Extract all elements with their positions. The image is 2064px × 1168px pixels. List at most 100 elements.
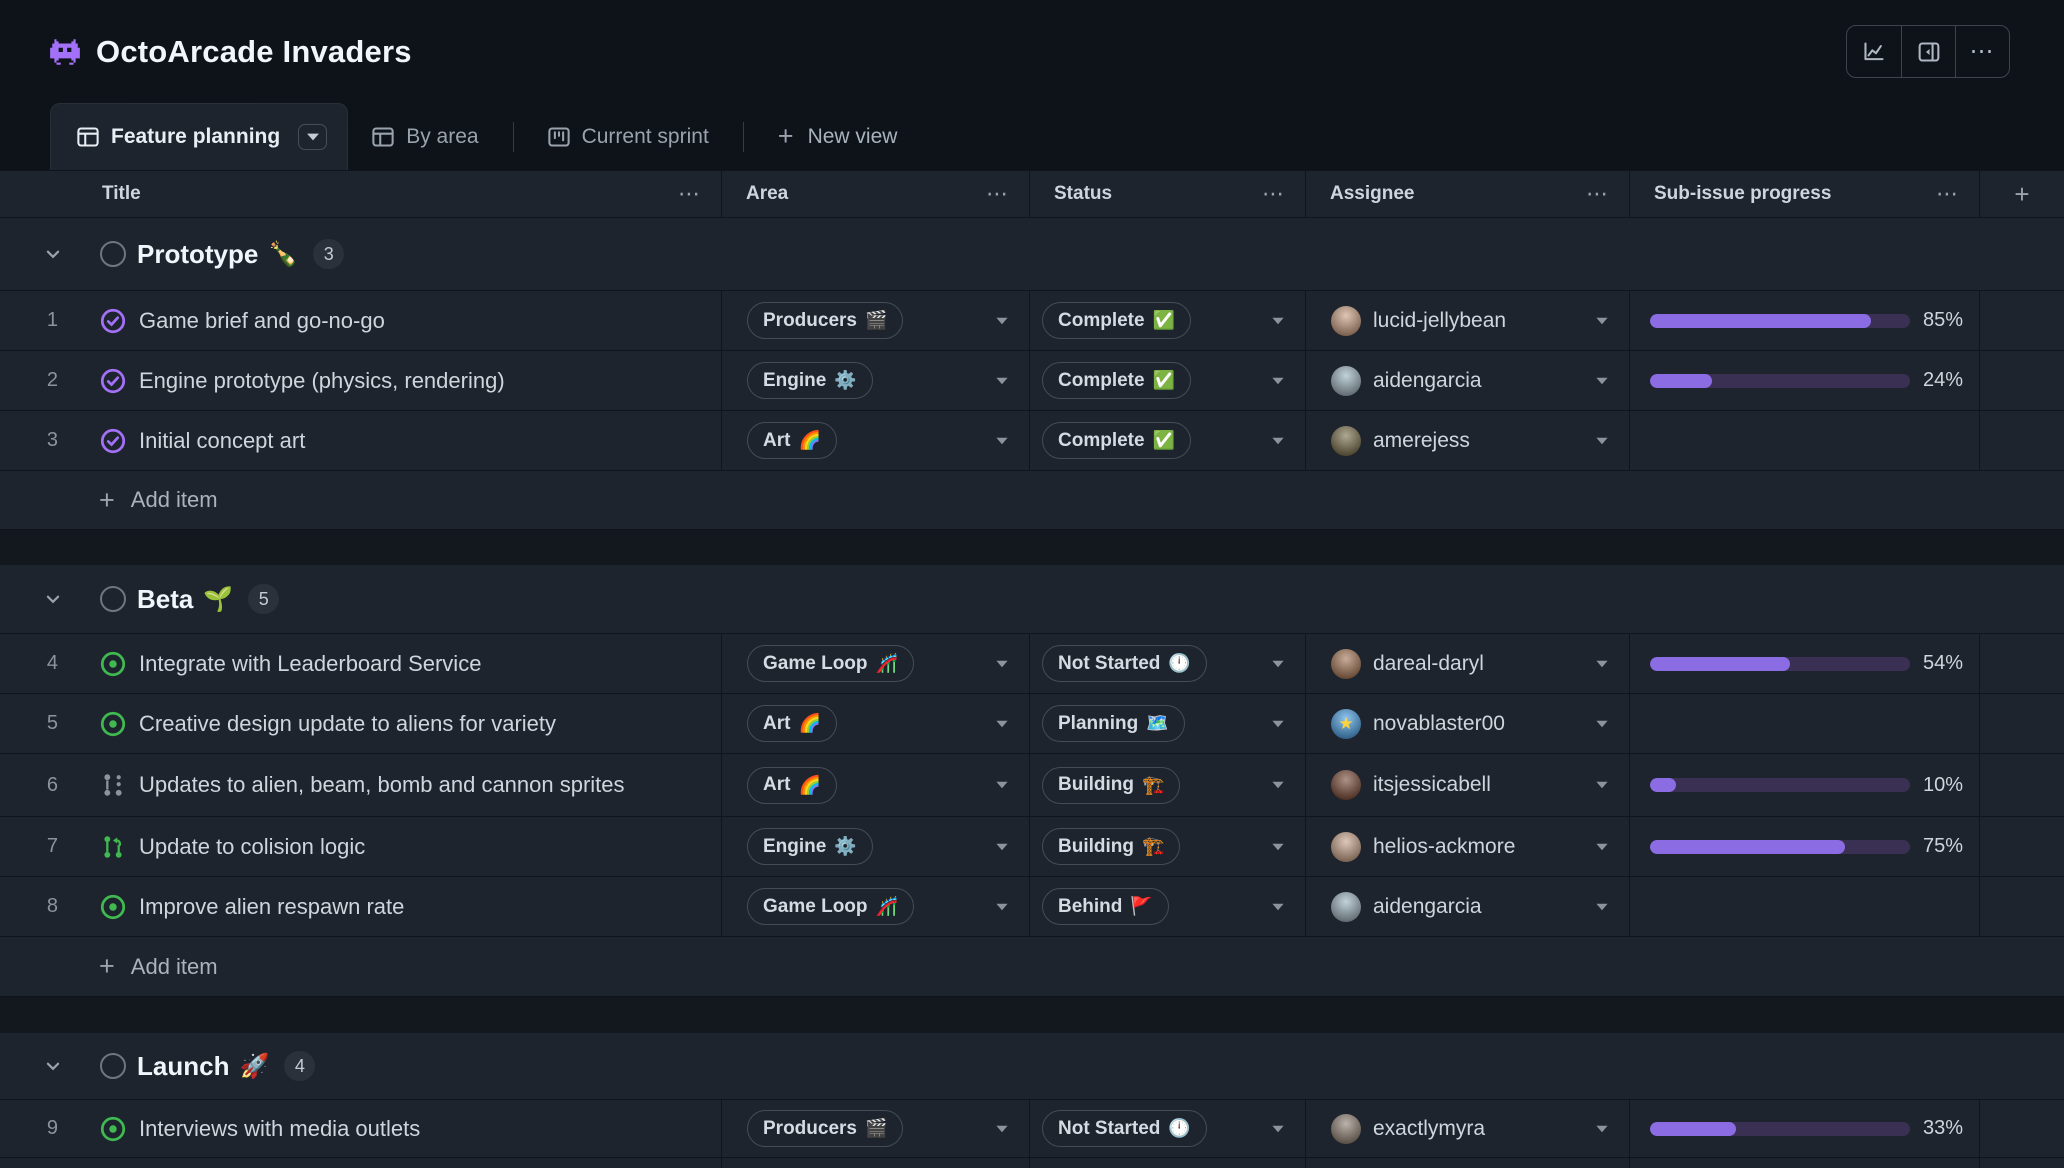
caret-down-icon[interactable] bbox=[1272, 660, 1283, 666]
assignee-cell[interactable]: aidengarcia bbox=[1306, 351, 1630, 410]
caret-down-icon[interactable] bbox=[1272, 437, 1283, 443]
more-options-button[interactable]: ⋯ bbox=[1955, 26, 2009, 77]
status-pill[interactable]: Behind🚩 bbox=[1042, 888, 1169, 925]
status-cell[interactable]: Complete✅ bbox=[1030, 351, 1306, 410]
assignee-cell[interactable]: lucid-jellybean bbox=[1306, 291, 1630, 350]
caret-down-icon[interactable] bbox=[996, 437, 1007, 443]
status-pill[interactable]: Planning🗺️ bbox=[1042, 705, 1185, 742]
title-cell[interactable]: 7 Update to colision logic bbox=[0, 817, 722, 876]
assignee-cell[interactable]: amerejess bbox=[1306, 411, 1630, 470]
area-pill[interactable]: Art🌈 bbox=[747, 705, 837, 742]
area-cell[interactable]: Engine⚙️ bbox=[722, 817, 1030, 876]
status-pill[interactable]: Building🏗️ bbox=[1042, 828, 1180, 865]
status-pill[interactable]: Not Started🕛 bbox=[1042, 1110, 1207, 1147]
issue-title[interactable]: Creative design update to aliens for var… bbox=[139, 711, 556, 737]
assignee-cell[interactable]: itsjessicabell bbox=[1306, 754, 1630, 816]
kebab-icon[interactable]: ⋯ bbox=[1586, 190, 1629, 199]
status-cell[interactable]: Planning🗺️ bbox=[1030, 694, 1306, 753]
caret-down-icon[interactable] bbox=[1596, 903, 1607, 909]
area-cell[interactable]: Art🌈 bbox=[722, 411, 1030, 470]
issue-title[interactable]: Integrate with Leaderboard Service bbox=[139, 651, 481, 677]
kebab-icon[interactable]: ⋯ bbox=[986, 190, 1029, 199]
caret-down-icon[interactable] bbox=[1596, 1125, 1607, 1131]
area-pill[interactable]: Producers🎬 bbox=[747, 302, 903, 339]
area-cell[interactable]: Art🌈 bbox=[722, 754, 1030, 816]
area-cell[interactable]: Producers🎬 bbox=[722, 1100, 1030, 1157]
status-cell[interactable]: Complete✅ bbox=[1030, 411, 1306, 470]
caret-down-icon[interactable] bbox=[1272, 843, 1283, 849]
column-header-progress[interactable]: Sub-issue progress ⋯ bbox=[1630, 171, 1980, 217]
title-cell[interactable]: 4 Integrate with Leaderboard Service bbox=[0, 634, 722, 693]
area-pill[interactable]: Game Loop🎢 bbox=[747, 888, 914, 925]
add-item-button[interactable]: + Add item bbox=[0, 471, 2064, 530]
kebab-icon[interactable]: ⋯ bbox=[1262, 190, 1305, 199]
area-cell[interactable]: Art🌈 bbox=[722, 694, 1030, 753]
kebab-icon[interactable]: ⋯ bbox=[1936, 190, 1979, 199]
assignee-cell[interactable]: aidengarcia bbox=[1306, 877, 1630, 936]
issue-title[interactable]: Update to colision logic bbox=[139, 834, 365, 860]
caret-down-icon[interactable] bbox=[996, 843, 1007, 849]
status-pill[interactable]: Building🏗️ bbox=[1042, 767, 1180, 804]
tab-current-sprint[interactable]: Current sprint bbox=[524, 103, 733, 170]
insights-button[interactable] bbox=[1847, 26, 1901, 77]
caret-down-icon[interactable] bbox=[1596, 782, 1607, 788]
status-pill[interactable]: Complete✅ bbox=[1042, 362, 1191, 399]
column-header-assignee[interactable]: Assignee ⋯ bbox=[1306, 171, 1630, 217]
caret-down-icon[interactable] bbox=[996, 720, 1007, 726]
column-header-title[interactable]: Title ⋯ bbox=[0, 171, 722, 217]
area-cell[interactable]: Engine⚙️ bbox=[722, 351, 1030, 410]
caret-down-icon[interactable] bbox=[996, 903, 1007, 909]
assignee-cell[interactable]: helios-ackmore bbox=[1306, 817, 1630, 876]
caret-down-icon[interactable] bbox=[1272, 782, 1283, 788]
title-cell[interactable]: 2 Engine prototype (physics, rendering) bbox=[0, 351, 722, 410]
assignee-cell[interactable]: dareal-daryl bbox=[1306, 634, 1630, 693]
area-pill[interactable]: Engine⚙️ bbox=[747, 828, 873, 865]
view-menu-button[interactable] bbox=[298, 124, 327, 150]
caret-down-icon[interactable] bbox=[1272, 903, 1283, 909]
issue-title[interactable]: Improve alien respawn rate bbox=[139, 894, 404, 920]
title-cell[interactable]: 5 Creative design update to aliens for v… bbox=[0, 694, 722, 753]
kebab-icon[interactable]: ⋯ bbox=[678, 190, 721, 199]
issue-title[interactable]: Engine prototype (physics, rendering) bbox=[139, 368, 505, 394]
title-cell[interactable]: 3 Initial concept art bbox=[0, 411, 722, 470]
caret-down-icon[interactable] bbox=[1272, 377, 1283, 383]
caret-down-icon[interactable] bbox=[1596, 660, 1607, 666]
status-pill[interactable]: Complete✅ bbox=[1042, 422, 1191, 459]
title-cell[interactable]: 9 Interviews with media outlets bbox=[0, 1100, 722, 1157]
chevron-down-icon[interactable] bbox=[44, 1057, 62, 1075]
status-cell[interactable]: Behind🚩 bbox=[1030, 877, 1306, 936]
caret-down-icon[interactable] bbox=[1596, 317, 1607, 323]
side-panel-button[interactable] bbox=[1901, 26, 1955, 77]
caret-down-icon[interactable] bbox=[1272, 1125, 1283, 1131]
status-cell[interactable]: Building🏗️ bbox=[1030, 754, 1306, 816]
status-cell[interactable]: Not Started🕛 bbox=[1030, 1100, 1306, 1157]
add-item-button[interactable]: + Add item bbox=[0, 937, 2064, 997]
title-cell[interactable]: 6 Updates to alien, beam, bomb and canno… bbox=[0, 754, 722, 816]
title-cell[interactable]: 8 Improve alien respawn rate bbox=[0, 877, 722, 936]
assignee-cell[interactable]: ★ novablaster00 bbox=[1306, 694, 1630, 753]
caret-down-icon[interactable] bbox=[1272, 317, 1283, 323]
status-pill[interactable]: Not Started🕛 bbox=[1042, 645, 1207, 682]
chevron-down-icon[interactable] bbox=[44, 590, 62, 608]
assignee-cell[interactable]: exactlymyra bbox=[1306, 1100, 1630, 1157]
caret-down-icon[interactable] bbox=[1596, 720, 1607, 726]
area-pill[interactable]: Producers🎬 bbox=[747, 1110, 903, 1147]
area-pill[interactable]: Art🌈 bbox=[747, 422, 837, 459]
chevron-down-icon[interactable] bbox=[44, 245, 62, 263]
column-header-status[interactable]: Status ⋯ bbox=[1030, 171, 1306, 217]
add-column-button[interactable]: + bbox=[1980, 171, 2064, 217]
issue-title[interactable]: Interviews with media outlets bbox=[139, 1116, 420, 1142]
caret-down-icon[interactable] bbox=[996, 660, 1007, 666]
tab-feature-planning[interactable]: Feature planning bbox=[50, 103, 348, 170]
area-cell[interactable]: Producers🎬 bbox=[722, 291, 1030, 350]
caret-down-icon[interactable] bbox=[996, 377, 1007, 383]
caret-down-icon[interactable] bbox=[996, 317, 1007, 323]
area-pill[interactable]: Engine⚙️ bbox=[747, 362, 873, 399]
status-cell[interactable]: Not Started🕛 bbox=[1030, 634, 1306, 693]
new-view-button[interactable]: + New view bbox=[754, 103, 922, 170]
column-header-area[interactable]: Area ⋯ bbox=[722, 171, 1030, 217]
tab-by-area[interactable]: By area bbox=[348, 103, 502, 170]
area-cell[interactable]: Game Loop🎢 bbox=[722, 634, 1030, 693]
title-cell[interactable]: 1 Game brief and go-no-go bbox=[0, 291, 722, 350]
caret-down-icon[interactable] bbox=[1596, 437, 1607, 443]
